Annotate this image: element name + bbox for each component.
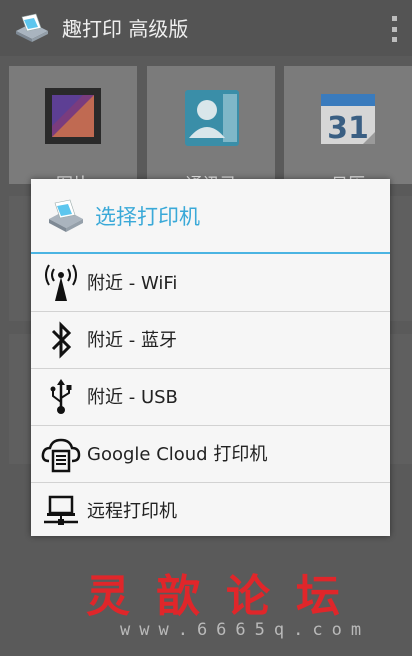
action-bar: 趣打印 高级版 <box>0 0 412 56</box>
bluetooth-icon <box>41 320 81 360</box>
usb-icon <box>41 377 81 417</box>
wifi-tower-icon <box>41 263 81 303</box>
header-divider <box>31 252 390 254</box>
option-google-cloud-label: Google Cloud 打印机 <box>87 444 268 465</box>
option-wifi[interactable]: 附近 - WiFi <box>31 255 390 311</box>
dialog-title: 选择打印机 <box>95 205 200 229</box>
option-wifi-label: 附近 - WiFi <box>87 273 178 294</box>
tile-calendar[interactable]: 31 日历 <box>284 66 412 195</box>
watermark: 灵歆论坛 www.6665q.com <box>0 560 412 650</box>
option-bluetooth-label: 附近 - 蓝牙 <box>87 330 177 351</box>
watermark-title: 灵歆论坛 <box>86 571 366 622</box>
option-remote-label: 远程打印机 <box>87 501 177 522</box>
option-remote[interactable]: 远程打印机 <box>31 483 390 539</box>
contacts-icon <box>181 86 241 152</box>
calendar-day-text: 31 <box>327 111 369 146</box>
tile-contacts[interactable]: 通讯录 <box>147 66 275 195</box>
remote-computer-icon <box>41 491 81 531</box>
option-usb[interactable]: 附近 - USB <box>31 369 390 425</box>
tile-photos[interactable]: 图片 <box>9 66 137 195</box>
printer-app-icon[interactable] <box>14 13 50 43</box>
cloud-print-icon <box>41 434 81 474</box>
option-usb-label: 附近 - USB <box>87 387 178 408</box>
printer-icon <box>47 199 85 237</box>
dialog-header: 选择打印机 <box>31 179 390 252</box>
photo-icon <box>43 86 103 150</box>
option-bluetooth[interactable]: 附近 - 蓝牙 <box>31 312 390 368</box>
option-google-cloud[interactable]: Google Cloud 打印机 <box>31 426 390 482</box>
select-printer-dialog: 选择打印机 附近 - WiFi 附近 - 蓝牙 附近 - USB Google … <box>31 179 390 536</box>
watermark-url: www.6665q.com <box>120 620 371 640</box>
overflow-menu-icon[interactable] <box>390 16 398 42</box>
calendar-icon: 31 <box>317 88 379 152</box>
app-title: 趣打印 高级版 <box>62 17 189 41</box>
